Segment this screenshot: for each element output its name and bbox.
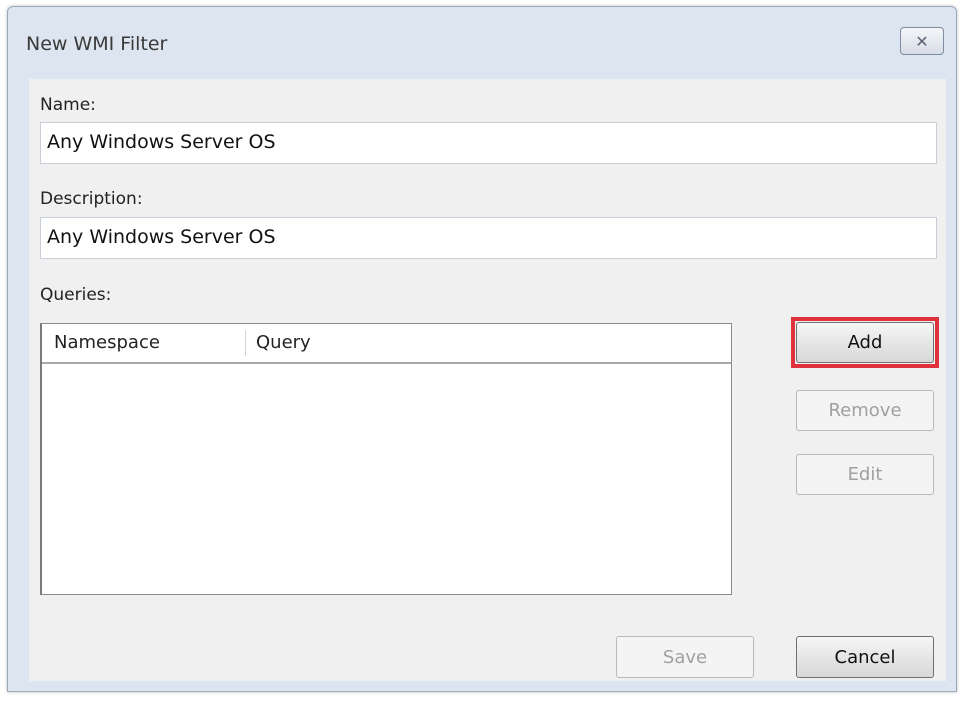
cancel-button[interactable]: Cancel <box>796 636 934 678</box>
queries-list[interactable]: Namespace Query <box>40 323 732 595</box>
description-field[interactable]: Any Windows Server OS <box>40 217 937 259</box>
close-icon: ✕ <box>915 31 929 51</box>
title-bar: New WMI Filter ✕ <box>8 7 956 79</box>
close-button[interactable]: ✕ <box>900 27 944 55</box>
column-divider[interactable] <box>245 330 246 356</box>
new-wmi-filter-dialog: New WMI Filter ✕ Name: Any Windows Serve… <box>7 6 957 692</box>
edit-button[interactable]: Edit <box>796 454 934 495</box>
remove-button[interactable]: Remove <box>796 390 934 431</box>
column-header-query[interactable]: Query <box>256 324 311 362</box>
description-label: Description: <box>40 189 143 209</box>
dialog-body: Name: Any Windows Server OS Description:… <box>29 79 946 681</box>
name-label: Name: <box>40 95 96 115</box>
add-button-highlight <box>791 317 939 368</box>
dialog-title: New WMI Filter <box>26 33 168 55</box>
queries-list-header: Namespace Query <box>42 324 731 364</box>
queries-label: Queries: <box>40 285 112 305</box>
name-field[interactable]: Any Windows Server OS <box>40 122 937 164</box>
save-button[interactable]: Save <box>616 636 754 678</box>
column-header-namespace[interactable]: Namespace <box>54 324 160 362</box>
